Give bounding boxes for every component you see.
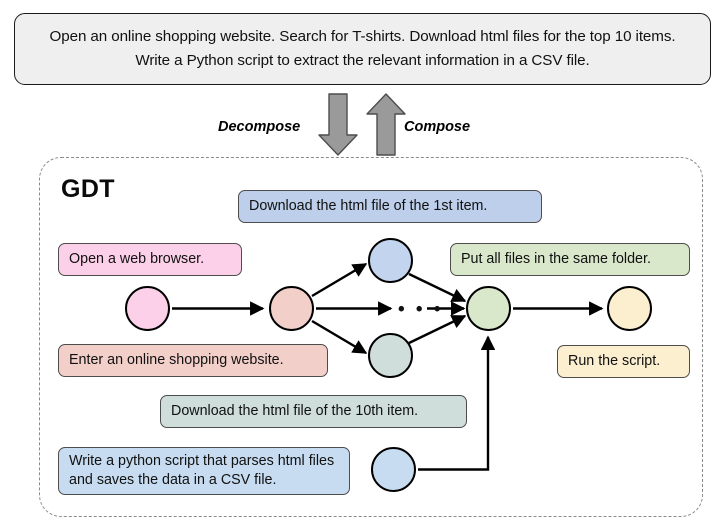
label-download-first-item: Download the html file of the 1st item. xyxy=(238,190,542,223)
label-run-the-script: Run the script. xyxy=(557,345,690,378)
node-write-python-script[interactable] xyxy=(371,447,416,492)
label-open-web-browser: Open a web browser. xyxy=(58,243,242,276)
label-write-python-script: Write a python script that parses html f… xyxy=(58,447,350,495)
label-download-tenth-item: Download the html file of the 10th item. xyxy=(160,395,467,428)
compose-arrow xyxy=(366,93,406,156)
task-statement-text: Open an online shopping website. Search … xyxy=(49,28,676,69)
compose-label: Compose xyxy=(404,119,471,135)
label-download-tenth-item-text: Download the html file of the 10th item. xyxy=(171,402,419,419)
node-enter-shopping-website[interactable] xyxy=(269,286,314,331)
label-run-the-script-text: Run the script. xyxy=(568,352,661,369)
node-download-tenth-item[interactable] xyxy=(368,333,413,378)
label-write-python-script-text: Write a python script that parses html f… xyxy=(69,452,335,488)
label-put-files-same-folder: Put all files in the same folder. xyxy=(450,243,690,276)
label-enter-shopping-website-text: Enter an online shopping website. xyxy=(69,351,284,368)
label-download-first-item-text: Download the html file of the 1st item. xyxy=(249,197,488,214)
decompose-label: Decompose xyxy=(218,119,301,135)
decompose-arrow xyxy=(318,93,358,156)
node-open-web-browser[interactable] xyxy=(125,286,170,331)
task-statement-box: Open an online shopping website. Search … xyxy=(14,13,711,85)
label-open-web-browser-text: Open a web browser. xyxy=(69,250,205,267)
label-enter-shopping-website: Enter an online shopping website. xyxy=(58,344,328,377)
node-put-files-same-folder[interactable] xyxy=(466,286,511,331)
gdt-title: GDT xyxy=(61,175,115,203)
node-run-the-script[interactable] xyxy=(607,286,652,331)
node-download-first-item[interactable] xyxy=(368,238,413,283)
label-put-files-same-folder-text: Put all files in the same folder. xyxy=(461,250,651,267)
ellipsis-indicator: • • • xyxy=(398,299,444,320)
